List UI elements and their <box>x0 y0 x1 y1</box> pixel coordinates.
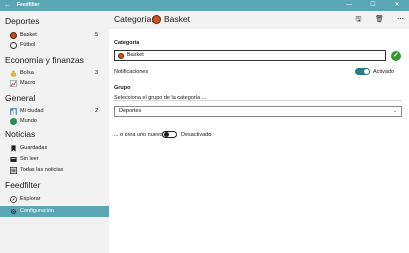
new-group-state: Desactivado <box>181 132 212 138</box>
sidebar-item-label: Guardadas <box>20 145 48 151</box>
notifications-state: Activado <box>373 69 395 75</box>
money-bag-icon <box>10 70 17 77</box>
page-title: Categoría: <box>114 14 154 24</box>
unread-icon <box>10 157 17 162</box>
delete-button[interactable]: 🗑 <box>373 13 386 26</box>
new-group-toggle[interactable] <box>162 131 177 138</box>
sidebar-item-label: Macro <box>20 80 36 86</box>
category-name-input[interactable]: Basket <box>114 50 386 61</box>
notifications-toggle[interactable] <box>355 68 370 75</box>
soccer-icon <box>10 42 17 49</box>
maximize-button[interactable]: ☐ <box>361 0 385 11</box>
sidebar-item-explorar[interactable]: Explorar <box>0 194 109 205</box>
section-header-economia: Economía y finanzas <box>5 55 84 65</box>
section-header-noticias: Noticias <box>5 129 36 139</box>
confirm-button[interactable]: ✓ <box>391 51 401 61</box>
close-button[interactable]: ✕ <box>385 0 409 11</box>
main-panel: Categoría: Basket 🖫 🗑 ⋯ Categoría Basket… <box>109 11 409 253</box>
toggle-knob <box>364 69 369 74</box>
basketball-icon <box>10 32 17 39</box>
section-header-deportes: Deportes <box>5 16 40 26</box>
sidebar-item-label: Todas las noticias <box>20 167 64 173</box>
group-select-value: Deportes <box>119 108 142 114</box>
toggle-knob <box>164 132 169 137</box>
category-name-value: Basket <box>127 52 144 58</box>
sidebar-item-sin-leer[interactable]: Sin leer <box>0 154 109 165</box>
sidebar-item-label: Fútbol <box>20 42 36 48</box>
group-select[interactable]: Deportes ⌄ <box>114 106 402 117</box>
notifications-label: Notificaciones <box>114 69 149 75</box>
city-icon <box>10 108 17 115</box>
back-icon[interactable]: ← <box>4 0 11 11</box>
category-label: Categoría <box>114 40 140 46</box>
section-header-feedfilter: Feedfilter <box>5 180 41 190</box>
compass-icon <box>10 196 17 203</box>
app-title: Feedfilter <box>17 2 40 8</box>
sidebar: Deportes Basket 5 Fútbol Economía y fina… <box>0 11 109 253</box>
new-group-label: ... o crea uno nuevo <box>114 132 163 138</box>
minimize-button[interactable]: — <box>337 0 361 11</box>
bookmark-icon <box>11 145 16 152</box>
page-header: Categoría: Basket 🖫 🗑 ⋯ <box>109 11 409 29</box>
list-icon <box>10 167 17 174</box>
basketball-icon <box>118 53 124 59</box>
sidebar-item-macro[interactable]: Macro <box>0 78 109 89</box>
chevron-down-icon: ⌄ <box>392 108 397 114</box>
sidebar-item-configuracion[interactable]: Configuración <box>0 206 109 217</box>
sidebar-item-label: Sin leer <box>20 156 39 162</box>
gear-icon <box>10 208 17 215</box>
group-label: Grupo <box>114 85 131 91</box>
sidebar-item-label: Configuración <box>20 208 54 214</box>
sidebar-item-label: Mundo <box>20 118 37 124</box>
title-bar: ← Feedfilter — ☐ ✕ <box>0 0 409 11</box>
sidebar-item-mundo[interactable]: Mundo <box>0 116 109 127</box>
divider <box>114 100 402 101</box>
sidebar-item-todas[interactable]: Todas las noticias <box>0 165 109 176</box>
sidebar-item-futbol[interactable]: Fútbol <box>0 40 109 51</box>
save-button[interactable]: 🖫 <box>352 13 365 26</box>
section-header-general: General <box>5 93 36 103</box>
basketball-icon <box>152 15 161 24</box>
trend-icon <box>10 80 17 87</box>
more-button[interactable]: ⋯ <box>394 13 407 26</box>
globe-icon <box>10 118 17 125</box>
category-title: Basket <box>164 14 190 24</box>
sidebar-item-label: Explorar <box>20 196 41 202</box>
sidebar-item-guardadas[interactable]: Guardadas <box>0 143 109 154</box>
